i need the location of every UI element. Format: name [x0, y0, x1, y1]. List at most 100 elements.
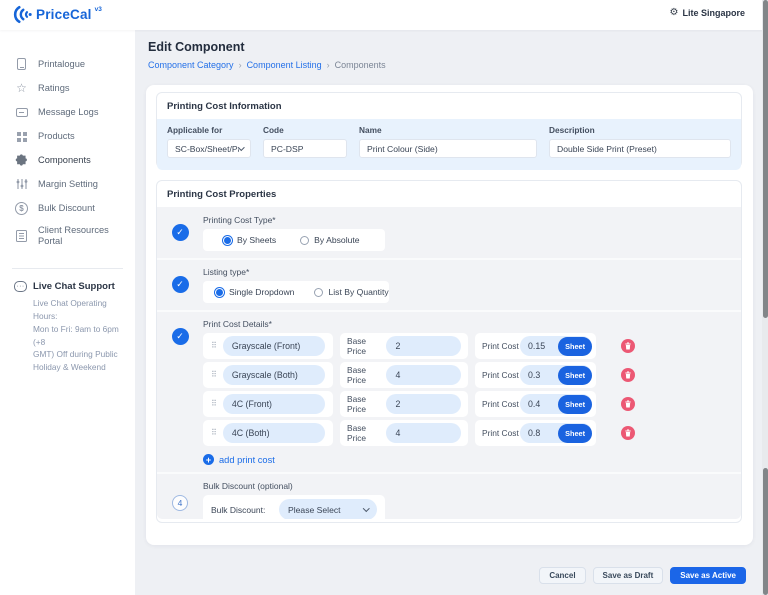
grid-icon	[14, 129, 29, 144]
breadcrumb-link-category[interactable]: Component Category	[148, 60, 234, 70]
cost-name-input[interactable]: 4C (Both)	[223, 423, 325, 443]
delete-row-button[interactable]	[621, 339, 635, 353]
name-input[interactable]: Print Colour (Side)	[359, 139, 537, 158]
radio-by-sheets[interactable]: By Sheets	[223, 235, 276, 245]
cost-name-input[interactable]: 4C (Front)	[223, 394, 325, 414]
sliders-icon	[14, 177, 29, 192]
cancel-button[interactable]: Cancel	[539, 567, 585, 584]
region-selector[interactable]: ⚙ Lite Singapore	[670, 8, 745, 18]
scrollbar-thumb[interactable]	[763, 468, 768, 595]
sidebar-item-label: Ratings	[38, 83, 70, 94]
step-label: Print Cost Details*	[203, 319, 729, 329]
page-title: Edit Component	[148, 40, 245, 54]
drag-handle-icon[interactable]: ⠿	[211, 371, 217, 379]
breadcrumb-separator: ›	[327, 60, 330, 70]
radio-list-by-quantity[interactable]: List By Quantity	[314, 287, 388, 297]
cost-name-input[interactable]: Grayscale (Both)	[223, 365, 325, 385]
code-input[interactable]: PC-DSP	[263, 139, 347, 158]
step-label: Listing type*	[203, 267, 729, 277]
chat-bubble-icon: ···	[14, 281, 27, 292]
top-bar: PriceCal v3 ⚙ Lite Singapore	[0, 0, 768, 30]
cost-name-input[interactable]: Grayscale (Front)	[223, 336, 325, 356]
drag-handle-icon[interactable]: ⠿	[211, 400, 217, 408]
delete-row-button[interactable]	[621, 397, 635, 411]
print-cost-label: Print Cost	[482, 370, 519, 380]
base-price-input[interactable]: 4	[386, 365, 461, 385]
radio-unselected-icon	[300, 236, 309, 245]
sidebar-item-components[interactable]: Components	[0, 148, 135, 172]
delete-row-button[interactable]	[621, 426, 635, 440]
sidebar-item-message-logs[interactable]: Message Logs	[0, 100, 135, 124]
step-complete-icon: ✓	[172, 328, 189, 345]
print-cost-input[interactable]: 0.15	[528, 341, 545, 351]
breadcrumb-current: Components	[335, 60, 386, 70]
sheet-unit-button[interactable]: Sheet	[558, 424, 592, 443]
sheet-unit-button[interactable]: Sheet	[558, 337, 592, 356]
app-logo: PriceCal v3	[12, 5, 102, 24]
document-icon	[14, 229, 29, 244]
sheet-unit-button[interactable]: Sheet	[558, 366, 592, 385]
trash-icon	[624, 400, 632, 408]
region-label: Lite Singapore	[682, 8, 745, 18]
sidebar-item-label: Components	[38, 155, 91, 166]
print-cost-input[interactable]: 0.4	[528, 399, 540, 409]
page-scrollbar	[762, 0, 768, 595]
gear-icon: ⚙	[670, 8, 679, 18]
drag-handle-icon[interactable]: ⠿	[211, 342, 217, 350]
section-title: Printing Cost Properties	[157, 181, 741, 207]
sidebar-item-client-resources[interactable]: Client Resources Portal	[0, 220, 135, 252]
star-icon: ☆	[14, 81, 29, 96]
chevron-down-icon	[238, 144, 244, 150]
step-listing-type: ✓ Listing type* Single Dropdown List By …	[157, 267, 741, 312]
logo-version: v3	[95, 6, 102, 13]
radio-by-absolute[interactable]: By Absolute	[300, 235, 359, 245]
live-chat-support: ··· Live Chat Support Live Chat Operatin…	[0, 281, 135, 374]
delete-row-button[interactable]	[621, 368, 635, 382]
drag-handle-icon[interactable]: ⠿	[211, 429, 217, 437]
print-cost-input[interactable]: 0.8	[528, 428, 540, 438]
select-value: Please Select	[288, 505, 341, 515]
logo-swirl-icon	[12, 5, 33, 24]
save-as-active-button[interactable]: Save as Active	[670, 567, 746, 584]
field-label: Description	[549, 125, 731, 135]
applicable-for-select[interactable]: SC-Box/Sheet/Packa	[167, 139, 251, 158]
print-cost-input[interactable]: 0.3	[528, 370, 540, 380]
sidebar-item-bulk-discount[interactable]: $ Bulk Discount	[0, 196, 135, 220]
code-field: Code PC-DSP	[263, 125, 347, 170]
sidebar-item-label: Margin Setting	[38, 179, 98, 190]
breadcrumb-separator: ›	[239, 60, 242, 70]
printing-cost-type-options: By Sheets By Absolute	[203, 229, 385, 251]
logo-text: PriceCal	[36, 7, 92, 22]
base-price-label: Base Price	[347, 336, 386, 356]
name-field: Name Print Colour (Side)	[359, 125, 537, 170]
bulk-discount-select[interactable]: Please Select	[279, 499, 377, 519]
bulk-discount-label: Bulk Discount:	[211, 505, 265, 515]
radio-single-dropdown[interactable]: Single Dropdown	[215, 287, 294, 297]
breadcrumb-link-listing[interactable]: Component Listing	[247, 60, 322, 70]
sidebar-item-ratings[interactable]: ☆ Ratings	[0, 76, 135, 100]
support-line: GMT) Off during Public	[14, 348, 123, 361]
save-as-draft-button[interactable]: Save as Draft	[593, 567, 664, 584]
sidebar-item-label: Message Logs	[38, 107, 98, 118]
select-value: SC-Box/Sheet/Packa	[175, 144, 239, 154]
trash-icon	[624, 429, 632, 437]
description-field: Description Double Side Print (Preset)	[549, 125, 731, 170]
breadcrumb: Component Category › Component Listing ›…	[148, 60, 386, 70]
base-price-input[interactable]: 2	[386, 394, 461, 414]
scrollbar-thumb[interactable]	[763, 0, 768, 318]
sidebar-item-products[interactable]: Products	[0, 124, 135, 148]
sidebar-item-margin-setting[interactable]: Margin Setting	[0, 172, 135, 196]
printing-cost-information-section: Printing Cost Information Applicable for…	[156, 92, 742, 168]
add-print-cost-button[interactable]: + add print cost	[203, 454, 729, 465]
base-price-input[interactable]: 4	[386, 423, 461, 443]
trash-icon	[624, 342, 632, 350]
sheet-unit-button[interactable]: Sheet	[558, 395, 592, 414]
print-cost-row: ⠿ 4C (Both) Base Price 4 Print Cost 0.8	[203, 420, 729, 446]
printalogue-icon	[14, 57, 29, 72]
sidebar-item-printalogue[interactable]: Printalogue	[0, 52, 135, 76]
description-input[interactable]: Double Side Print (Preset)	[549, 139, 731, 158]
base-price-input[interactable]: 2	[386, 336, 461, 356]
field-label: Name	[359, 125, 537, 135]
main-content: Edit Component Component Category › Comp…	[135, 30, 762, 595]
sidebar-divider	[12, 268, 123, 269]
